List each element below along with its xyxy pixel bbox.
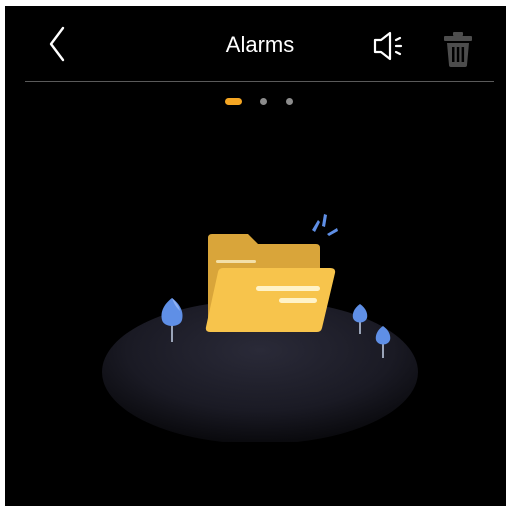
sparkle-icon <box>312 214 338 236</box>
trash-icon <box>444 32 472 67</box>
page-dot <box>260 98 267 105</box>
chevron-left-icon <box>49 26 65 62</box>
header-divider <box>25 81 494 82</box>
page-indicator <box>225 97 315 107</box>
header-bar: Alarms <box>5 6 506 82</box>
speaker-button[interactable] <box>371 29 407 63</box>
delete-button[interactable] <box>441 30 475 68</box>
alarms-screen: Alarms <box>5 6 506 506</box>
speaker-icon <box>373 31 403 61</box>
page-dot <box>286 98 293 105</box>
back-button[interactable] <box>39 24 73 64</box>
page-dot-active <box>225 98 242 105</box>
empty-folder-icon <box>102 214 418 444</box>
empty-state-illustration <box>90 212 430 444</box>
page-title: Alarms <box>225 32 295 57</box>
